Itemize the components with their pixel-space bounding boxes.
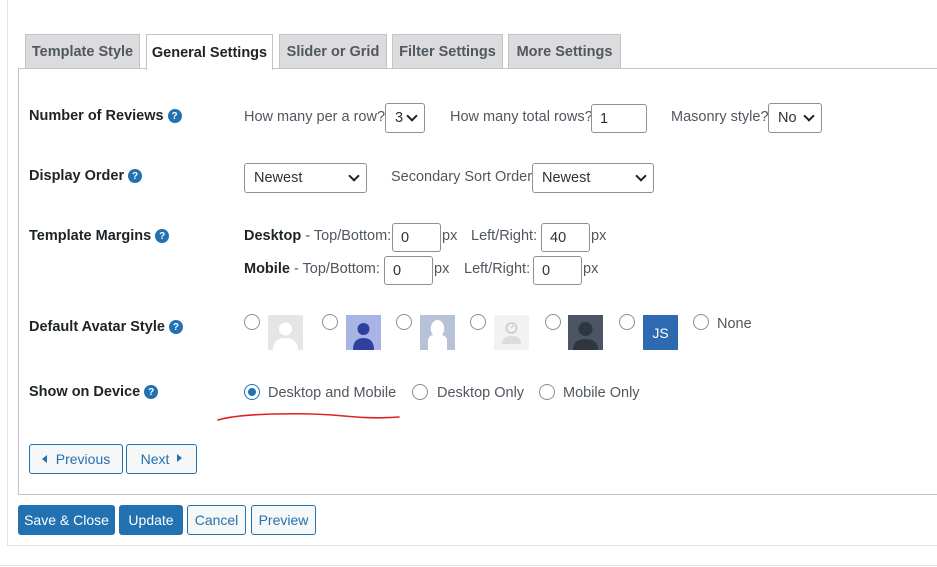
desktop-tb-label: - Top/Bottom: <box>301 228 392 244</box>
caret-left-icon <box>41 455 47 463</box>
display-order-value: Newest <box>254 170 303 186</box>
help-icon[interactable]: ? <box>167 109 182 123</box>
device-option-desktop-only: Desktop Only <box>437 385 525 401</box>
mobile-tb-label: - Top/Bottom: <box>289 261 380 277</box>
unit-label: px <box>434 261 450 277</box>
avatar-radio-dark[interactable] <box>545 314 561 330</box>
template-margins-label: Template Margins <box>29 228 152 244</box>
display-order-row-label: Display Order ? <box>29 168 143 184</box>
per-row-select[interactable]: 3 <box>385 103 425 133</box>
chevron-down-icon <box>348 170 360 182</box>
tab-more-settings[interactable]: More Settings <box>508 34 621 69</box>
initials-text: JS <box>652 324 669 341</box>
unit-label: px <box>591 228 607 244</box>
desktop-left-right-input[interactable] <box>541 223 590 252</box>
avatar-radio-none[interactable] <box>693 314 709 330</box>
save-close-button[interactable]: Save & Close <box>18 505 115 535</box>
help-icon[interactable]: ? <box>144 385 159 399</box>
per-row-label: How many per a row? <box>244 109 386 125</box>
device-radio-desktop-and-mobile[interactable] <box>244 384 260 400</box>
avatar-radio-gray[interactable] <box>244 314 260 330</box>
mobile-top-bottom-input[interactable] <box>384 256 433 285</box>
caret-right-icon <box>177 454 183 462</box>
desktop-top-bottom-input[interactable] <box>392 223 441 252</box>
mobile-left-right-input[interactable] <box>533 256 582 285</box>
device-radio-mobile-only[interactable] <box>539 384 555 400</box>
tab-template-style[interactable]: Template Style <box>25 34 140 69</box>
previous-label: Previous <box>55 451 111 467</box>
avatar-radio-facebook[interactable] <box>396 314 412 330</box>
number-of-reviews-row-label: Number of Reviews ? <box>29 108 182 124</box>
chevron-down-icon <box>635 170 647 182</box>
dark-silhouette-avatar-icon <box>568 315 603 350</box>
per-row-value: 3 <box>395 110 404 126</box>
red-underline-annotation <box>217 412 400 421</box>
avatar-none-label: None <box>717 316 752 332</box>
mobile-top-bottom-label: Mobile - Top/Bottom: <box>244 261 380 277</box>
secondary-sort-select[interactable]: Newest <box>532 163 654 193</box>
chevron-down-icon <box>803 110 815 122</box>
facebook-silhouette-avatar-icon <box>420 315 455 350</box>
unit-label: px <box>442 228 458 244</box>
avatar-radio-blue[interactable] <box>322 314 338 330</box>
total-rows-input[interactable] <box>591 104 647 133</box>
masonry-value: No <box>778 110 797 126</box>
help-icon[interactable]: ? <box>168 320 183 334</box>
display-order-select[interactable]: Newest <box>244 163 367 193</box>
secondary-sort-label: Secondary Sort Order: <box>391 169 537 185</box>
tab-slider-or-grid[interactable]: Slider or Grid <box>279 34 387 69</box>
chevron-down-icon <box>406 110 418 122</box>
tab-filter-settings[interactable]: Filter Settings <box>392 34 503 69</box>
unit-label: px <box>583 261 599 277</box>
device-option-desktop-and-mobile: Desktop and Mobile <box>268 385 397 401</box>
help-icon[interactable]: ? <box>128 169 143 183</box>
tab-general-settings[interactable]: General Settings <box>146 34 273 70</box>
show-on-device-label: Show on Device <box>29 384 141 400</box>
mobile-label: Mobile <box>244 261 290 277</box>
show-on-device-row-label: Show on Device ? <box>29 384 159 400</box>
number-of-reviews-label: Number of Reviews <box>29 108 164 124</box>
device-radio-desktop-only[interactable] <box>412 384 428 400</box>
previous-button[interactable]: Previous <box>29 444 123 474</box>
avatar-radio-initials[interactable] <box>619 314 635 330</box>
secondary-sort-value: Newest <box>542 170 591 186</box>
next-button[interactable]: Next <box>126 444 197 474</box>
default-avatar-label: Default Avatar Style <box>29 319 165 335</box>
divider <box>0 565 937 566</box>
masonry-label: Masonry style? <box>671 109 769 125</box>
total-rows-label: How many total rows? <box>450 109 593 125</box>
avatar-radio-placeholder[interactable] <box>470 314 486 330</box>
display-order-label: Display Order <box>29 168 125 184</box>
initials-avatar-icon: JS <box>643 315 678 350</box>
desktop-left-right-label: Left/Right: <box>471 228 538 244</box>
help-icon[interactable]: ? <box>155 229 170 243</box>
mobile-left-right-label: Left/Right: <box>464 261 531 277</box>
light-placeholder-avatar-icon <box>494 315 529 350</box>
default-avatar-row-label: Default Avatar Style ? <box>29 319 183 335</box>
masonry-select[interactable]: No <box>768 103 822 133</box>
blue-person-avatar-icon <box>346 315 381 350</box>
gray-silhouette-avatar-icon <box>268 315 303 350</box>
update-button[interactable]: Update <box>119 505 183 535</box>
template-margins-row-label: Template Margins ? <box>29 228 170 244</box>
device-option-mobile-only: Mobile Only <box>563 385 640 401</box>
next-label: Next <box>140 451 170 467</box>
preview-button[interactable]: Preview <box>251 505 316 535</box>
desktop-label: Desktop <box>244 228 302 244</box>
cancel-button[interactable]: Cancel <box>187 505 246 535</box>
desktop-top-bottom-label: Desktop - Top/Bottom: <box>244 228 391 244</box>
